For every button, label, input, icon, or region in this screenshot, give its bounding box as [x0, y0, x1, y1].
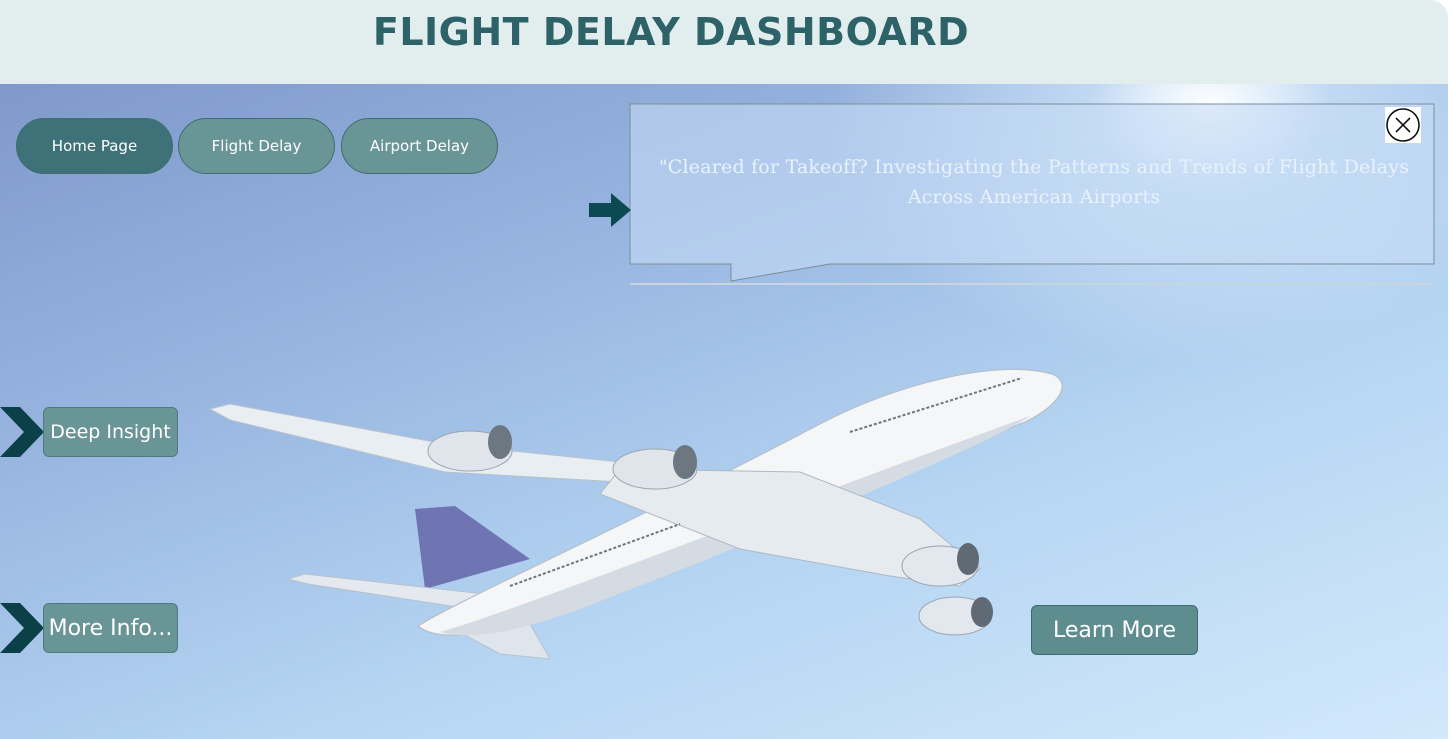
nav-home-button[interactable]: Home Page: [16, 118, 173, 174]
dashboard-header: FLIGHT DELAY DASHBOARD: [0, 0, 1448, 84]
close-button[interactable]: [1385, 107, 1421, 143]
airplane-image: [208, 368, 1063, 660]
close-icon: [1386, 108, 1420, 142]
more-info-button[interactable]: More Info...: [43, 603, 178, 653]
deep-insight-button[interactable]: Deep Insight: [43, 407, 178, 457]
chevron-right-icon: [0, 603, 44, 653]
nav-airport-delay-button[interactable]: Airport Delay: [341, 118, 498, 174]
page-title: FLIGHT DELAY DASHBOARD: [372, 10, 970, 54]
learn-more-button[interactable]: Learn More: [1031, 605, 1198, 655]
nav-flight-delay-button[interactable]: Flight Delay: [178, 118, 335, 174]
page-edge: [1448, 0, 1452, 739]
chevron-right-icon: [0, 407, 44, 457]
callout-text: "Cleared for Takeoff? Investigating the …: [658, 156, 1410, 208]
arrow-right-icon: [589, 193, 631, 227]
